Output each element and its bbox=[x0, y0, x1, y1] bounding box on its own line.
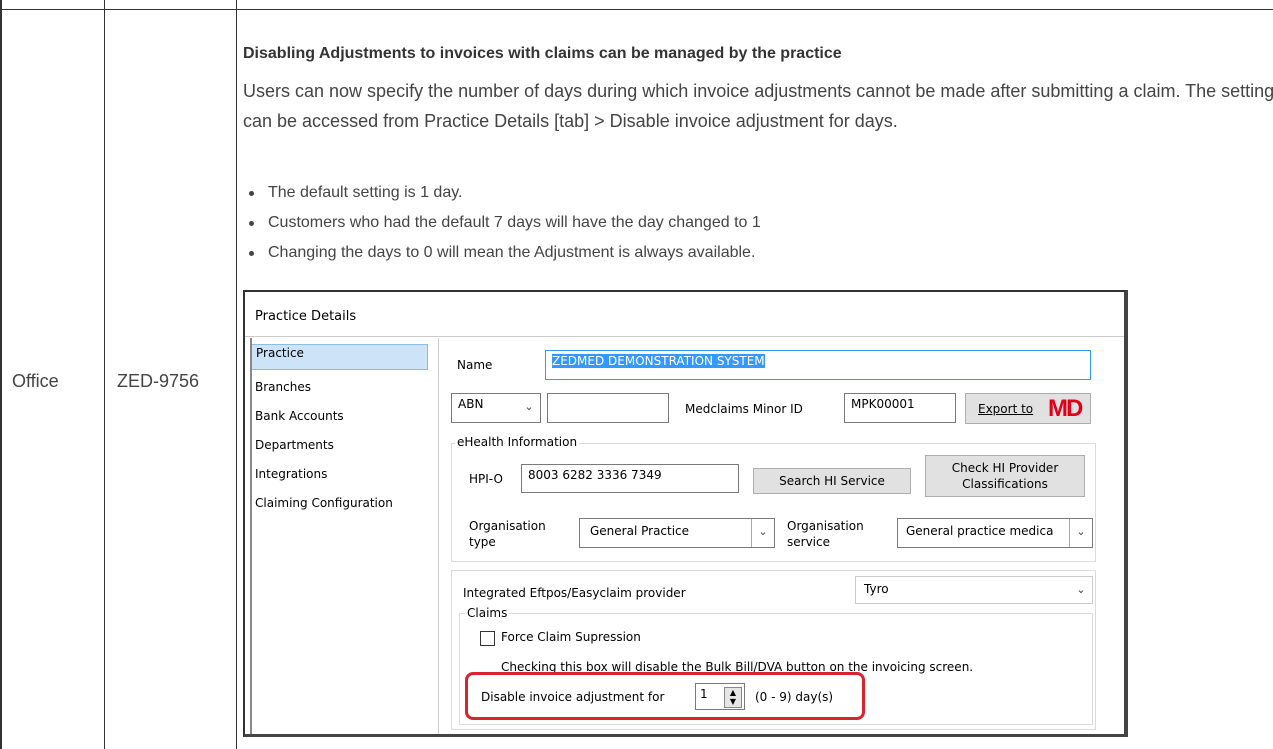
sidebar-item-integrations[interactable]: Integrations bbox=[255, 467, 327, 481]
list-item: The default setting is 1 day. bbox=[249, 178, 761, 208]
table-col-divider-1 bbox=[104, 0, 105, 749]
hpio-label: HPI-O bbox=[469, 472, 503, 486]
eftpos-select[interactable]: Tyro ⌄ bbox=[855, 576, 1093, 604]
org-type-label: Organisation type bbox=[469, 519, 546, 549]
table-col-divider-2 bbox=[236, 0, 237, 749]
note-title: Disabling Adjustments to invoices with c… bbox=[243, 45, 842, 62]
sidebar-item-practice[interactable]: Practice bbox=[251, 344, 428, 370]
practice-details-screenshot: Practice Details Practice Branches Bank … bbox=[243, 290, 1128, 737]
name-field[interactable]: ZEDMED DEMONSTRATION SYSTEM bbox=[545, 350, 1091, 380]
eftpos-label: Integrated Eftpos/Easyclaim provider bbox=[463, 586, 686, 600]
medclaims-field[interactable]: MPK00001 bbox=[844, 393, 956, 423]
table-left-border bbox=[0, 0, 2, 749]
force-claim-label: Force Claim Supression bbox=[501, 630, 641, 644]
export-button[interactable]: Export to MD bbox=[965, 393, 1091, 424]
dialog-title: Practice Details bbox=[255, 309, 357, 324]
check-hi-provider-button[interactable]: Check HI Provider Classifications bbox=[925, 455, 1085, 497]
issue-id-cell: ZED-9756 bbox=[117, 371, 200, 391]
hpio-field[interactable]: 8003 6282 3336 7349 bbox=[521, 464, 739, 493]
abn-select[interactable]: ABN ⌄ bbox=[451, 393, 541, 423]
sidebar-edge bbox=[250, 338, 252, 734]
ehealth-group-label: eHealth Information bbox=[455, 435, 580, 449]
org-type-select[interactable]: General Practice ⌄ bbox=[579, 518, 775, 548]
note-bullets: The default setting is 1 day. Customers … bbox=[243, 178, 761, 268]
list-item: Changing the days to 0 will mean the Adj… bbox=[249, 238, 761, 268]
list-item: Customers who had the default 7 days wil… bbox=[249, 208, 761, 238]
medclaims-label: Medclaims Minor ID bbox=[685, 402, 803, 416]
chevron-down-icon: ⌄ bbox=[1076, 583, 1086, 596]
sidebar-item-bank-accounts[interactable]: Bank Accounts bbox=[255, 409, 344, 423]
search-hi-service-button[interactable]: Search HI Service bbox=[753, 468, 911, 494]
sidebar-item-departments[interactable]: Departments bbox=[255, 438, 334, 452]
force-claim-checkbox[interactable] bbox=[480, 631, 495, 646]
panel-divider bbox=[438, 338, 439, 734]
org-service-label: Organisation service bbox=[787, 519, 864, 549]
org-service-select[interactable]: General practice medica ⌄ bbox=[897, 518, 1093, 548]
note-paragraph: Users can now specify the number of days… bbox=[243, 81, 1273, 131]
name-label: Name bbox=[457, 358, 493, 372]
sidebar-item-branches[interactable]: Branches bbox=[255, 380, 311, 394]
claims-group-label: Claims bbox=[465, 606, 510, 620]
annotation-highlight bbox=[465, 672, 865, 720]
chevron-down-icon: ⌄ bbox=[751, 519, 774, 547]
category-cell: Office bbox=[12, 371, 59, 391]
release-note-content: Disabling Adjustments to invoices with c… bbox=[243, 0, 1273, 749]
md-logo-icon: MD bbox=[1048, 395, 1083, 422]
abn-field[interactable] bbox=[547, 393, 669, 423]
chevron-down-icon: ⌄ bbox=[524, 400, 534, 413]
dialog-titlebar: Practice Details bbox=[245, 292, 1124, 337]
sidebar-item-claiming-configuration[interactable]: Claiming Configuration bbox=[255, 496, 393, 510]
chevron-down-icon: ⌄ bbox=[1069, 519, 1092, 547]
